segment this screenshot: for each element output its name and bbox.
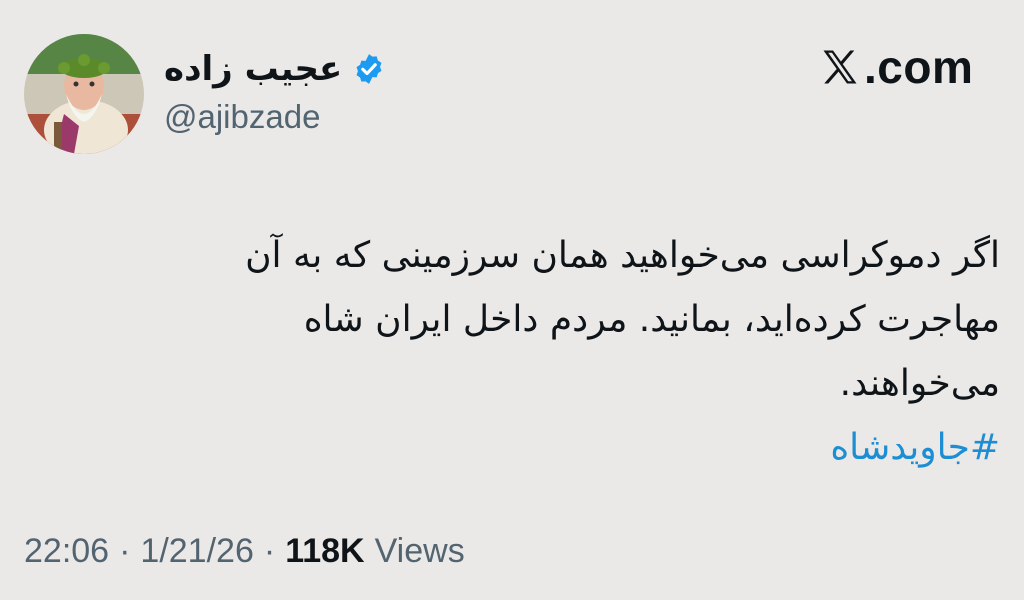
avatar-image xyxy=(24,34,144,154)
meta-separator: · xyxy=(263,532,276,570)
author-name-row: عجیب زاده xyxy=(164,44,386,94)
display-name[interactable]: عجیب زاده xyxy=(164,49,342,89)
views-label: Views xyxy=(374,532,465,570)
x-logo-icon xyxy=(818,45,862,89)
verified-badge-icon xyxy=(352,52,386,86)
tweet-time[interactable]: 22:06 xyxy=(24,532,109,571)
hashtag-link[interactable]: #جاویدشاه xyxy=(120,416,1000,480)
tweet-text: اگر دموکراسی می‌خواهید همان سرزمینی که ب… xyxy=(120,224,1000,480)
tweet-line: می‌خواهند. xyxy=(839,363,1000,404)
tweet-line: مهاجرت کرده‌اید، بمانید. مردم داخل ایران… xyxy=(303,299,1000,340)
author-handle[interactable]: @ajibzade xyxy=(164,98,320,136)
meta-separator: · xyxy=(119,532,131,570)
avatar[interactable] xyxy=(24,34,144,154)
tweet-line: اگر دموکراسی می‌خواهید همان سرزمینی که ب… xyxy=(245,235,1000,276)
tweet-date[interactable]: 1/21/26 xyxy=(140,532,253,571)
brand-domain-text: .com xyxy=(864,41,974,93)
tweet-meta: 22:06 · 1/21/26 · 118K Views xyxy=(24,532,465,571)
tweet-card: عجیب زاده @ajibzade .com اگر دموکراسی می… xyxy=(0,0,1024,600)
views-count: 118K xyxy=(285,532,365,570)
x-brand: .com xyxy=(818,40,973,94)
